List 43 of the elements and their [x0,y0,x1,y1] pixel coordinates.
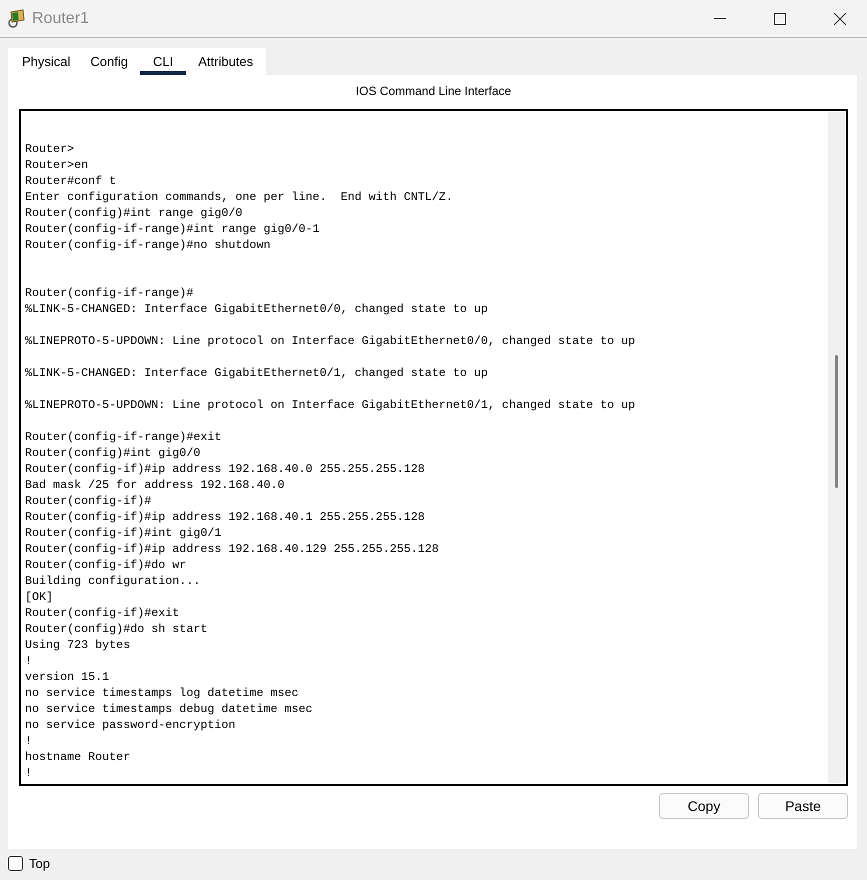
copy-button[interactable]: Copy [659,793,749,819]
terminal-line: Using 723 bytes [25,637,132,653]
terminal-line: version 15.1 [25,669,110,685]
terminal-line: Router(config-if)#ip address 192.168.40.0 255.255.255.128 [25,461,426,477]
terminal-line: no service timestamps log datetime msec [25,685,300,701]
window-title: Router1 [32,10,90,28]
terminal-line: Router(config-if-range)#int range gig0/0-1 [25,221,321,237]
checkbox-label: Top [29,856,50,871]
checkbox[interactable] [8,856,23,871]
terminal-line: Router(config-if)# [25,493,152,509]
panel-title: IOS Command Line Interface [354,84,512,100]
terminal-line: no service timestamps debug datetime msec [25,701,314,717]
terminal-line: %LINK-5-CHANGED: Interface GigabitEthernet0/0, changed state to up [25,301,489,317]
terminal-line: Router(config-if)#ip address 192.168.40.129 255.255.255.128 [25,541,440,557]
terminal-line: Router>en [25,157,90,173]
terminal-line: Router(config)#int gig0/0 [25,445,202,461]
terminal-line: Router(config-if-range)#no shutdown [25,237,272,253]
terminal-line: %LINEPROTO-5-UPDOWN: Line protocol on Interface GigabitEthernet0/1, changed state to up [25,397,636,413]
terminal-line: Bad mask /25 for address 192.168.40.0 [25,477,286,493]
terminal-line: Router(config)#do sh start [25,621,208,637]
scrollbar[interactable] [828,111,846,784]
terminal-line: Router(config-if)#int gig0/1 [25,525,222,541]
terminal-line: %LINK-5-CHANGED: Interface GigabitEthernet0/1, changed state to up [25,365,489,381]
terminal-line: Router(config-if)#do wr [25,557,188,573]
terminal-line: ! [25,653,34,669]
terminal-area[interactable] [19,109,848,786]
paste-button[interactable]: Paste [758,793,848,819]
terminal-line: [OK] [25,589,54,605]
terminal-line: ! [25,765,34,781]
terminal-line: Router#conf t [25,173,118,189]
terminal-line: Router(config-if-range)#exit [25,429,222,445]
terminal-line: Router(config)#int range gig0/0 [25,205,244,221]
terminal-line: ! [25,733,34,749]
terminal-line: Router(config-if)#exit [25,605,180,621]
router-app-icon [8,8,26,28]
terminal-line: Router(config-if)#ip address 192.168.40.1 255.255.255.128 [25,509,426,525]
terminal-line: hostname Router [25,749,132,765]
terminal-line: Building configuration... [25,573,202,589]
terminal-line: %LINEPROTO-5-UPDOWN: Line protocol on Interface GigabitEthernet0/0, changed state to up [25,333,636,349]
terminal-line: Router> [25,141,76,157]
terminal-line: Enter configuration commands, one per line. End with CNTL/Z. [25,189,454,205]
terminal-line: Router(config-if-range)# [25,285,194,301]
terminal-line: no service password-encryption [25,717,236,733]
